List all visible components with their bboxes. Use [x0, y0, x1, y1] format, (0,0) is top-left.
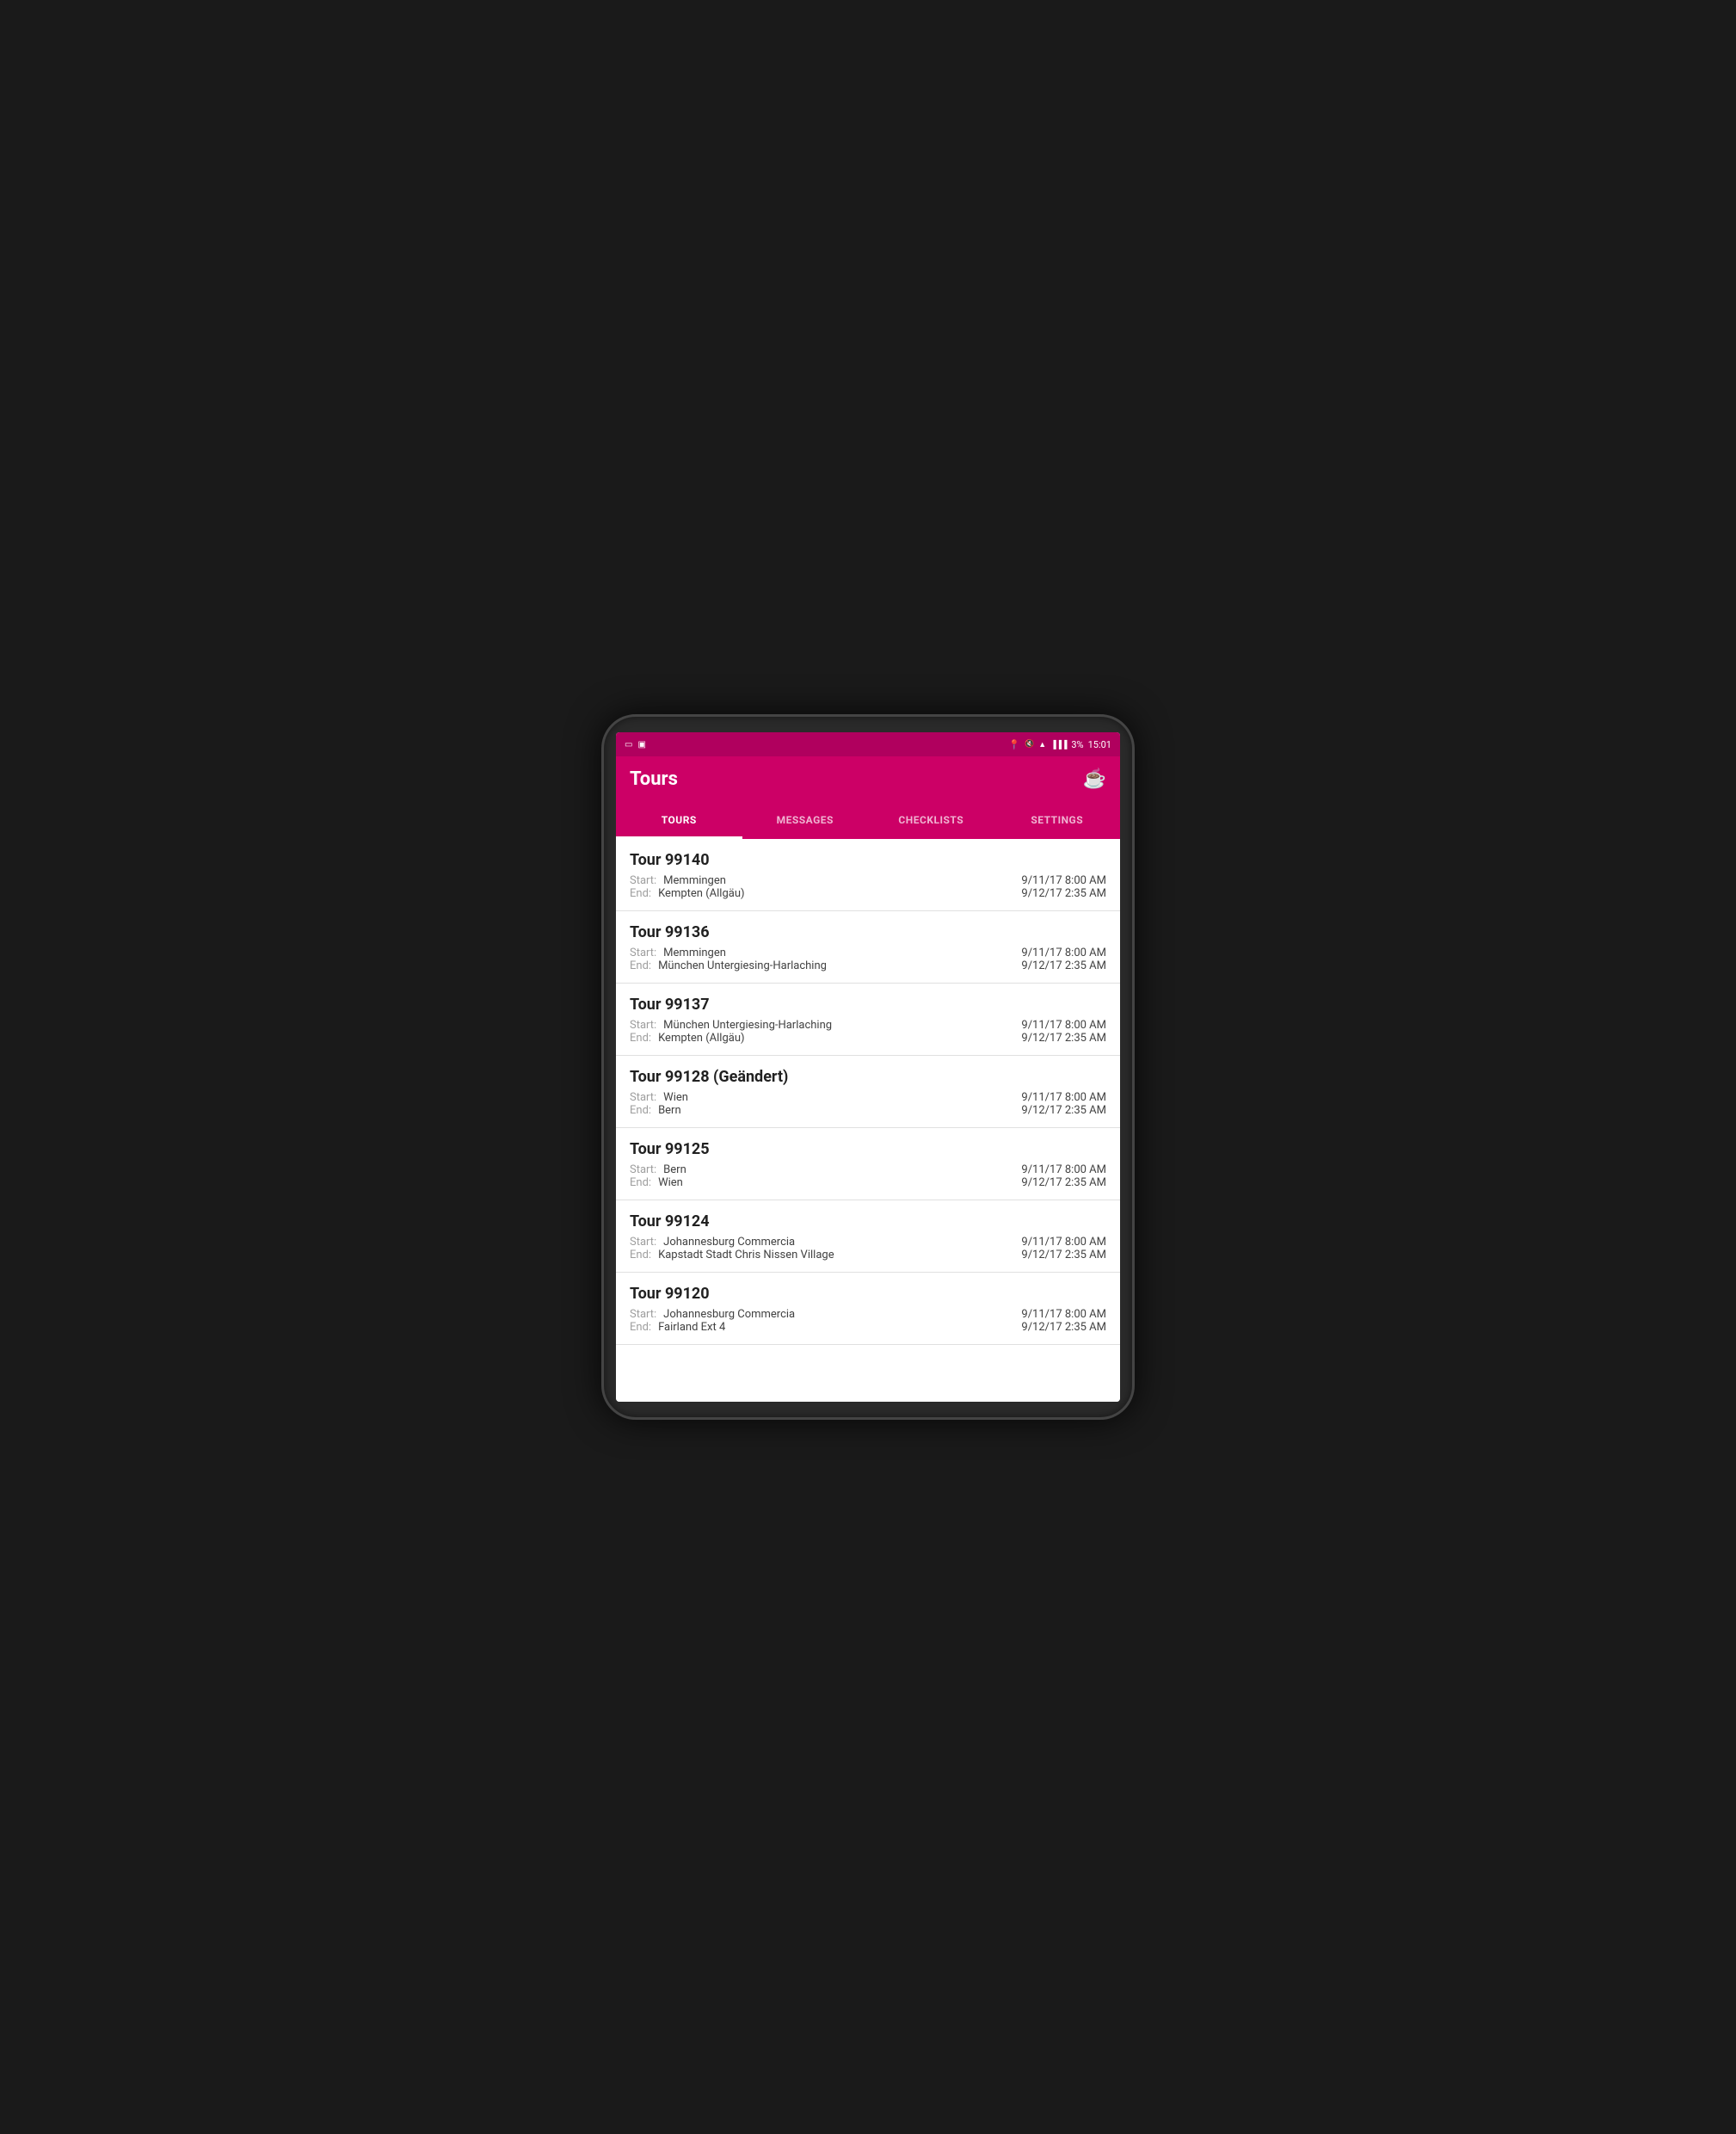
tour-item[interactable]: Tour 99136 Start: Memmingen 9/11/17 8:00…	[616, 911, 1120, 984]
end-location: Fairland Ext 4	[658, 1321, 725, 1334]
end-label: End:	[630, 1176, 651, 1189]
end-location: München Untergiesing-Harlaching	[658, 959, 827, 972]
end-date: 9/12/17 2:35 AM	[1021, 1249, 1106, 1261]
tour-name: Tour 99136	[630, 923, 1106, 941]
mute-icon: 🔇	[1025, 740, 1034, 749]
location-icon: 📍	[1008, 739, 1020, 750]
start-label: Start:	[630, 1308, 656, 1321]
start-date: 9/11/17 8:00 AM	[1021, 1308, 1106, 1321]
start-label: Start:	[630, 947, 656, 959]
tour-item[interactable]: Tour 99124 Start: Johannesburg Commercia…	[616, 1200, 1120, 1273]
tour-item[interactable]: Tour 99137 Start: München Untergiesing-H…	[616, 984, 1120, 1056]
start-date: 9/11/17 8:00 AM	[1021, 1236, 1106, 1249]
coffee-icon[interactable]: ☕	[1083, 768, 1106, 790]
end-date: 9/12/17 2:35 AM	[1021, 1321, 1106, 1334]
status-bar: ▭ ▣ 📍 🔇 ▲ ▐▐▐ 3% 15:01	[616, 732, 1120, 756]
battery-label: 3%	[1071, 739, 1083, 750]
tab-checklists[interactable]: CHECKLISTS	[868, 801, 994, 839]
start-date: 9/11/17 8:00 AM	[1021, 1019, 1106, 1032]
tour-item[interactable]: Tour 99140 Start: Memmingen 9/11/17 8:00…	[616, 839, 1120, 911]
end-date: 9/12/17 2:35 AM	[1021, 959, 1106, 972]
tour-item[interactable]: Tour 99125 Start: Bern 9/11/17 8:00 AM E…	[616, 1128, 1120, 1200]
tour-name: Tour 99120	[630, 1285, 1106, 1303]
tour-name: Tour 99125	[630, 1140, 1106, 1158]
start-date: 9/11/17 8:00 AM	[1021, 874, 1106, 887]
start-location: Memmingen	[663, 947, 726, 959]
start-label: Start:	[630, 1236, 656, 1249]
end-date: 9/12/17 2:35 AM	[1021, 1032, 1106, 1045]
end-location: Bern	[658, 1104, 681, 1117]
start-location: Johannesburg Commercia	[663, 1236, 795, 1249]
signal-icon: ▐▐▐	[1050, 740, 1067, 749]
clock: 15:01	[1088, 739, 1111, 750]
start-label: Start:	[630, 1163, 656, 1176]
start-label: Start:	[630, 1019, 656, 1032]
start-date: 9/11/17 8:00 AM	[1021, 1163, 1106, 1176]
start-label: Start:	[630, 874, 656, 887]
start-location: Johannesburg Commercia	[663, 1308, 795, 1321]
tour-item[interactable]: Tour 99120 Start: Johannesburg Commercia…	[616, 1273, 1120, 1345]
status-icons-right: 📍 🔇 ▲ ▐▐▐ 3% 15:01	[1008, 739, 1111, 750]
end-location: Kapstadt Stadt Chris Nissen Village	[658, 1249, 834, 1261]
end-date: 9/12/17 2:35 AM	[1021, 887, 1106, 900]
app-title: Tours	[630, 768, 678, 790]
screen: ▭ ▣ 📍 🔇 ▲ ▐▐▐ 3% 15:01 Tours ☕ TOURS MES	[616, 732, 1120, 1402]
image-icon: ▣	[637, 740, 645, 749]
phone-icon: ▭	[625, 740, 632, 749]
end-location: Wien	[658, 1176, 683, 1189]
end-label: End:	[630, 1249, 651, 1261]
end-location: Kempten (Allgäu)	[658, 1032, 744, 1045]
end-label: End:	[630, 959, 651, 972]
tab-messages[interactable]: MESSAGES	[742, 801, 869, 839]
start-location: Bern	[663, 1163, 686, 1176]
wifi-icon: ▲	[1038, 740, 1046, 749]
end-location: Kempten (Allgäu)	[658, 887, 744, 900]
start-location: Memmingen	[663, 874, 726, 887]
end-label: End:	[630, 1032, 651, 1045]
end-date: 9/12/17 2:35 AM	[1021, 1176, 1106, 1189]
tour-name: Tour 99137	[630, 996, 1106, 1014]
tab-settings[interactable]: SETTINGS	[994, 801, 1121, 839]
start-date: 9/11/17 8:00 AM	[1021, 1091, 1106, 1104]
device-frame: ▭ ▣ 📍 🔇 ▲ ▐▐▐ 3% 15:01 Tours ☕ TOURS MES	[601, 714, 1135, 1420]
tour-name: Tour 99128 (Geändert)	[630, 1068, 1106, 1086]
end-date: 9/12/17 2:35 AM	[1021, 1104, 1106, 1117]
end-label: End:	[630, 887, 651, 900]
tour-name: Tour 99124	[630, 1212, 1106, 1230]
start-label: Start:	[630, 1091, 656, 1104]
end-label: End:	[630, 1321, 651, 1334]
start-date: 9/11/17 8:00 AM	[1021, 947, 1106, 959]
start-location: München Untergiesing-Harlaching	[663, 1019, 832, 1032]
start-location: Wien	[663, 1091, 688, 1104]
tour-item[interactable]: Tour 99128 (Geändert) Start: Wien 9/11/1…	[616, 1056, 1120, 1128]
end-label: End:	[630, 1104, 651, 1117]
tab-tours[interactable]: TOURS	[616, 801, 742, 839]
tour-name: Tour 99140	[630, 851, 1106, 869]
app-bar: Tours ☕	[616, 756, 1120, 801]
tab-bar: TOURS MESSAGES CHECKLISTS SETTINGS	[616, 801, 1120, 839]
status-icons-left: ▭ ▣	[625, 740, 646, 749]
tour-list: Tour 99140 Start: Memmingen 9/11/17 8:00…	[616, 839, 1120, 1402]
